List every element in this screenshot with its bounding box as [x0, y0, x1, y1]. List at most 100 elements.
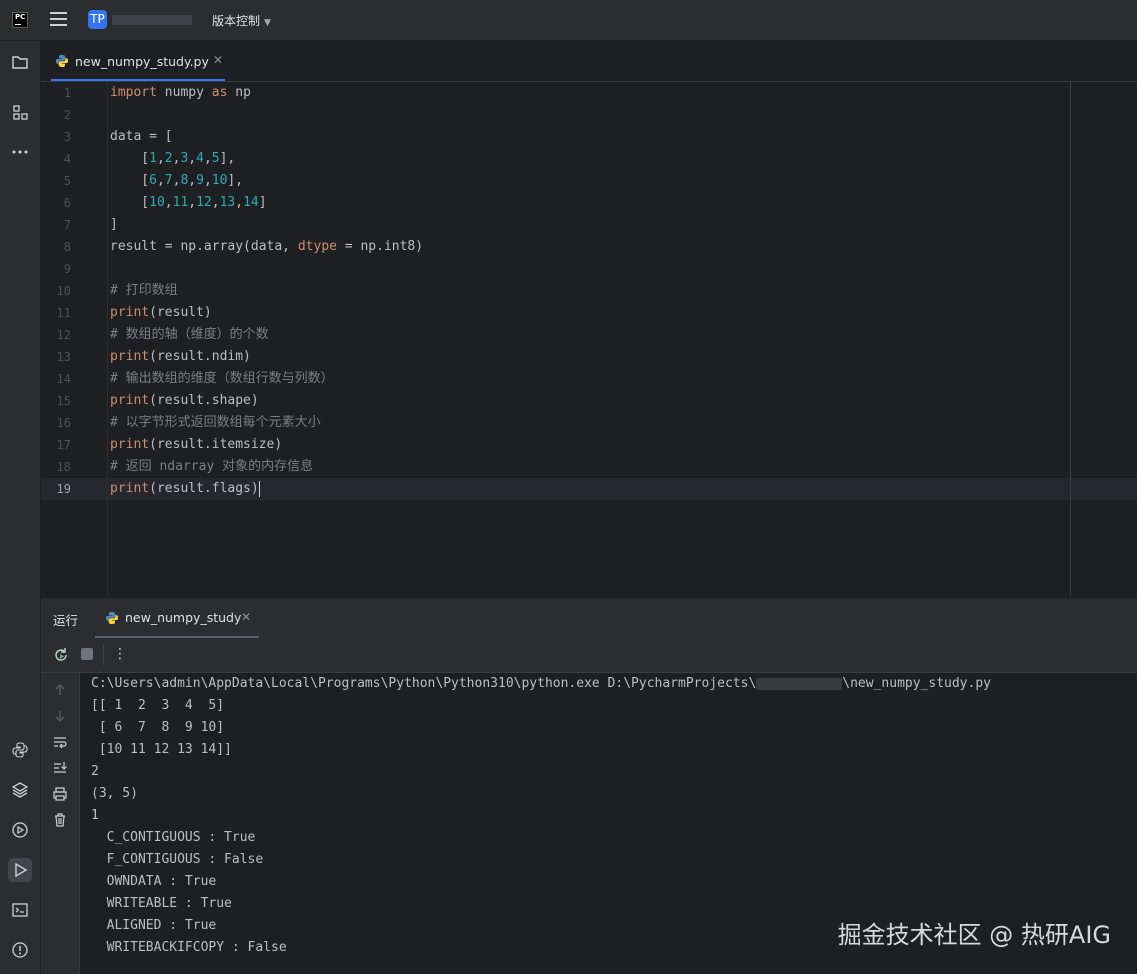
- console-line: F_CONTIGUOUS : False: [91, 852, 264, 867]
- code-token: [: [110, 195, 150, 210]
- code-token: # 以字节形式返回数组每个元素大小: [110, 415, 321, 430]
- more-icon[interactable]: [8, 140, 32, 164]
- code-line[interactable]: 1 import numpy as np: [41, 82, 1137, 104]
- line-number: 11: [56, 306, 71, 320]
- code-editor[interactable]: 1 import numpy as np 2 3 data = [4 [1,2,3,4,…: [41, 82, 1137, 596]
- trash-icon[interactable]: [51, 811, 69, 829]
- print-icon[interactable]: [51, 785, 69, 803]
- stop-icon[interactable]: [81, 648, 93, 660]
- console-line: 1: [91, 808, 99, 823]
- line-number: 14: [56, 372, 71, 386]
- code-line[interactable]: 15 print(result.shape): [41, 390, 1137, 412]
- code-token: 2: [164, 151, 173, 166]
- code-line[interactable]: 5 [6,7,8,9,10],: [41, 170, 1137, 192]
- folder-icon[interactable]: [8, 50, 32, 74]
- terminal-icon[interactable]: [8, 898, 32, 922]
- arrow-down-icon[interactable]: [51, 707, 69, 725]
- console-line: (3, 5): [91, 786, 138, 801]
- code-token: ,: [235, 195, 244, 210]
- code-token: [: [110, 173, 150, 188]
- structure-icon[interactable]: [8, 100, 32, 124]
- tab-run-config[interactable]: new_numpy_study ✕: [95, 598, 259, 638]
- close-run-tab-icon[interactable]: ✕: [241, 610, 251, 624]
- code-token: (result.itemsize): [149, 437, 283, 452]
- problems-icon[interactable]: [8, 938, 32, 962]
- code-token: numpy: [156, 85, 212, 100]
- code-line[interactable]: 6 [10,11,12,13,14]: [41, 192, 1137, 214]
- code-line[interactable]: 3 data = [: [41, 126, 1137, 148]
- code-text: import numpy as np: [110, 82, 251, 104]
- code-line[interactable]: 8 result = np.array(data, dtype = np.int8…: [41, 236, 1137, 258]
- code-token: 5: [211, 151, 220, 166]
- command-prefix: C:\Users\admin\AppData\Local\Programs\Py…: [91, 676, 757, 691]
- code-token: (result.ndim): [149, 349, 251, 364]
- code-token: 11: [172, 195, 189, 210]
- arrow-up-icon[interactable]: [51, 681, 69, 699]
- code-text: # 以字节形式返回数组每个元素大小: [110, 412, 321, 434]
- editor-tab-bar: new_numpy_study.py ✕: [41, 41, 1137, 82]
- code-text: # 输出数组的维度（数组行数与列数）: [110, 368, 334, 390]
- code-token: ],: [227, 173, 244, 188]
- code-line[interactable]: 13 print(result.ndim): [41, 346, 1137, 368]
- run-side-toolbar: [41, 673, 80, 974]
- scroll-to-end-icon[interactable]: [51, 759, 69, 777]
- services-icon[interactable]: [8, 818, 32, 842]
- layers-icon[interactable]: [8, 778, 32, 802]
- code-text: print(result.shape): [110, 390, 259, 412]
- code-line[interactable]: 14 # 输出数组的维度（数组行数与列数）: [41, 368, 1137, 390]
- code-line[interactable]: 11 print(result): [41, 302, 1137, 324]
- line-number: 16: [56, 416, 71, 430]
- code-line[interactable]: 18 # 返回 ndarray 对象的内存信息: [41, 456, 1137, 478]
- code-text: result = np.array(data, dtype = np.int8): [110, 236, 423, 258]
- line-number: 5: [63, 174, 71, 188]
- code-line[interactable]: 4 [1,2,3,4,5],: [41, 148, 1137, 170]
- line-number: 15: [56, 394, 71, 408]
- code-token: ]: [110, 217, 118, 232]
- code-line[interactable]: 12 # 数组的轴（维度）的个数: [41, 324, 1137, 346]
- code-text: ]: [110, 214, 118, 236]
- python-file-icon: [55, 54, 69, 72]
- rerun-icon[interactable]: [53, 647, 69, 667]
- pycharm-logo-icon[interactable]: PC: [12, 12, 28, 28]
- close-tab-icon[interactable]: ✕: [213, 53, 223, 67]
- code-token: print: [110, 349, 150, 364]
- code-token: 9: [196, 173, 204, 188]
- code-text: print(result): [110, 302, 212, 324]
- project-badge[interactable]: TP: [88, 10, 107, 29]
- code-line[interactable]: 9: [41, 258, 1137, 280]
- run-toolbar: ⋮: [41, 638, 1137, 673]
- code-token: [: [110, 151, 150, 166]
- soft-wrap-icon[interactable]: [51, 733, 69, 751]
- code-token: (result.flags): [149, 481, 259, 496]
- vcs-menu[interactable]: 版本控制 ▼: [212, 12, 271, 29]
- run-panel-header: 运行 new_numpy_study ✕: [41, 597, 1137, 638]
- code-token: ]: [258, 195, 267, 210]
- code-token: # 数组的轴（维度）的个数: [110, 327, 269, 342]
- code-token: 4: [196, 151, 204, 166]
- code-line[interactable]: 16 # 以字节形式返回数组每个元素大小: [41, 412, 1137, 434]
- code-text: data = [: [110, 126, 173, 148]
- project-name-redacted[interactable]: [112, 15, 192, 25]
- console-line: ALIGNED : True: [91, 918, 217, 933]
- console-line: WRITEABLE : True: [91, 896, 232, 911]
- code-line[interactable]: 17 print(result.itemsize): [41, 434, 1137, 456]
- line-number: 3: [63, 130, 71, 144]
- run-icon[interactable]: [8, 858, 32, 882]
- main-menu-icon[interactable]: [50, 12, 67, 27]
- code-text: [10,11,12,13,14]: [110, 192, 267, 214]
- python-console-icon[interactable]: [8, 738, 32, 762]
- code-line[interactable]: 19 print(result.flags): [41, 478, 1137, 500]
- run-tab-label: new_numpy_study: [125, 610, 242, 625]
- options-icon[interactable]: ⋮: [113, 646, 127, 662]
- tab-new-numpy-study-py[interactable]: new_numpy_study.py ✕: [51, 41, 225, 81]
- code-line[interactable]: 10 # 打印数组: [41, 280, 1137, 302]
- code-line[interactable]: 7]: [41, 214, 1137, 236]
- run-panel-title: 运行: [53, 613, 79, 628]
- code-token: ,: [156, 173, 165, 188]
- line-number: 7: [63, 218, 71, 232]
- watermark: 掘金技术社区 @ 热研AIG: [837, 921, 1111, 949]
- code-token: ,: [188, 173, 197, 188]
- code-line[interactable]: 2: [41, 104, 1137, 126]
- code-token: data = [: [110, 129, 173, 144]
- code-token: # 返回 ndarray 对象的内存信息: [110, 459, 314, 474]
